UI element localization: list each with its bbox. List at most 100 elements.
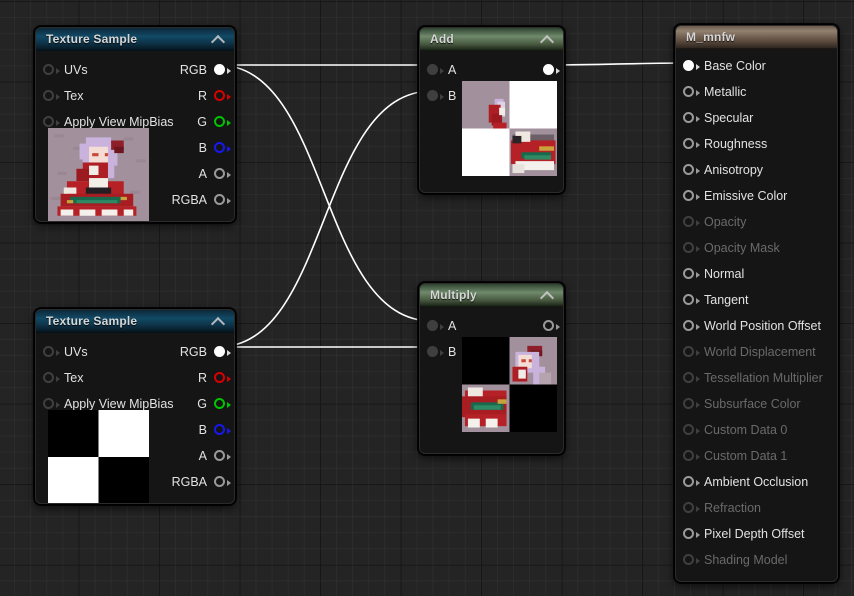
pin-tangent-icon[interactable]	[682, 292, 700, 308]
node-header[interactable]: M_mnfw	[676, 26, 837, 49]
input-pin-row-world-displacement[interactable]: World Displacement	[676, 339, 837, 365]
input-pin-row-refraction[interactable]: Refraction	[676, 495, 837, 521]
pin-b-icon[interactable]	[426, 344, 444, 360]
pin-a-icon[interactable]	[213, 166, 231, 182]
input-pin-label: Custom Data 0	[704, 423, 788, 437]
pin-tessellation-multiplier-icon[interactable]	[682, 370, 700, 386]
input-pin-row-specular[interactable]: Specular	[676, 105, 837, 131]
output-pin-label: G	[197, 397, 207, 411]
input-pin-row-normal[interactable]: Normal	[676, 261, 837, 287]
pin-pixel-depth-offset-icon[interactable]	[682, 526, 700, 542]
pin-custom-data-0-icon[interactable]	[682, 422, 700, 438]
input-pin-row-ambient-occlusion[interactable]: Ambient Occlusion	[676, 469, 837, 495]
input-pin-row-world-position-offset[interactable]: World Position Offset	[676, 313, 837, 339]
output-pin-row-g[interactable]: G	[156, 109, 234, 135]
node-header[interactable]: Texture Sample	[36, 310, 234, 333]
pin-r-icon[interactable]	[213, 88, 231, 104]
node-header[interactable]: Texture Sample	[36, 28, 234, 51]
pin-a-icon[interactable]	[426, 62, 444, 78]
input-pin-row-custom-data-0[interactable]: Custom Data 0	[676, 417, 837, 443]
node-add[interactable]: Add A B	[418, 26, 565, 194]
pin-world-position-offset-icon[interactable]	[682, 318, 700, 334]
input-pin-label: A	[448, 319, 457, 333]
pin-custom-data-1-icon[interactable]	[682, 448, 700, 464]
pin-refraction-icon[interactable]	[682, 500, 700, 516]
pin-opacity-icon[interactable]	[682, 214, 700, 230]
pin-b-icon[interactable]	[213, 140, 231, 156]
node-texture-sample-top[interactable]: Texture Sample UVs Tex Apply View MipBia…	[34, 26, 236, 223]
output-pin-row-rgba[interactable]: RGBA	[156, 187, 234, 213]
pin-world-displacement-icon[interactable]	[682, 344, 700, 360]
pin-b-icon[interactable]	[426, 88, 444, 104]
input-pin-row-uvs[interactable]: UVs	[36, 339, 156, 365]
input-pin-row-tessellation-multiplier[interactable]: Tessellation Multiplier	[676, 365, 837, 391]
node-texture-sample-bottom[interactable]: Texture Sample UVs Tex Apply View MipBia…	[34, 308, 236, 505]
input-pin-row-opacity-mask[interactable]: Opacity Mask	[676, 235, 837, 261]
multiply-preview-detail	[462, 345, 552, 428]
input-pin-row-opacity[interactable]: Opacity	[676, 209, 837, 235]
pin-g-icon[interactable]	[213, 396, 231, 412]
output-pin-row-a[interactable]: A	[156, 443, 234, 469]
input-pin-row-anisotropy[interactable]: Anisotropy	[676, 157, 837, 183]
pin-output-icon[interactable]	[542, 318, 560, 334]
pin-a-icon[interactable]	[426, 318, 444, 334]
pin-uvs-icon[interactable]	[42, 62, 60, 78]
output-pin-row-a[interactable]: A	[156, 161, 234, 187]
pin-g-icon[interactable]	[213, 114, 231, 130]
input-pin-row-shading-model[interactable]: Shading Model	[676, 547, 837, 573]
pin-anisotropy-icon[interactable]	[682, 162, 700, 178]
pin-ambient-occlusion-icon[interactable]	[682, 474, 700, 490]
output-pin-row-b[interactable]: B	[156, 417, 234, 443]
pin-subsurface-color-icon[interactable]	[682, 396, 700, 412]
pin-uvs-icon[interactable]	[42, 344, 60, 360]
output-pin-row-rgb[interactable]: RGB	[156, 57, 234, 83]
pin-metallic-icon[interactable]	[682, 84, 700, 100]
output-pin-row-rgb[interactable]: RGB	[156, 339, 234, 365]
pin-tex-icon[interactable]	[42, 88, 60, 104]
pin-rgb-icon[interactable]	[213, 344, 231, 360]
pin-emissive-color-icon[interactable]	[682, 188, 700, 204]
pin-rgba-icon[interactable]	[213, 192, 231, 208]
chevron-up-icon[interactable]	[541, 32, 555, 46]
pin-specular-icon[interactable]	[682, 110, 700, 126]
pin-shading-model-icon[interactable]	[682, 552, 700, 568]
pin-opacity-mask-icon[interactable]	[682, 240, 700, 256]
output-pin-row-rgba[interactable]: RGBA	[156, 469, 234, 495]
output-pin-row-g[interactable]: G	[156, 391, 234, 417]
chevron-up-icon[interactable]	[541, 288, 555, 302]
input-pin-row-tex[interactable]: Tex	[36, 83, 156, 109]
material-graph-canvas[interactable]: Texture Sample UVs Tex Apply View MipBia…	[0, 0, 854, 596]
input-pin-row-metallic[interactable]: Metallic	[676, 79, 837, 105]
output-pin-row-b[interactable]: B	[156, 135, 234, 161]
input-pin-row-custom-data-1[interactable]: Custom Data 1	[676, 443, 837, 469]
input-pin-row-pixel-depth-offset[interactable]: Pixel Depth Offset	[676, 521, 837, 547]
input-pin-row-emissive-color[interactable]: Emissive Color	[676, 183, 837, 209]
pin-output-icon[interactable]	[542, 62, 560, 78]
input-pin-row-uvs[interactable]: UVs	[36, 57, 156, 83]
node-header[interactable]: Add	[420, 28, 563, 51]
pin-r-icon[interactable]	[213, 370, 231, 386]
input-pin-row-base-color[interactable]: Base Color	[676, 53, 837, 79]
input-pin-label: Refraction	[704, 501, 761, 515]
input-pin-row-tex[interactable]: Tex	[36, 365, 156, 391]
node-header[interactable]: Multiply	[420, 284, 563, 307]
pin-tex-icon[interactable]	[42, 370, 60, 386]
input-pin-label: Emissive Color	[704, 189, 788, 203]
pin-rgb-icon[interactable]	[213, 62, 231, 78]
output-pin-row-r[interactable]: R	[156, 365, 234, 391]
pin-normal-icon[interactable]	[682, 266, 700, 282]
output-pin-row-r[interactable]: R	[156, 83, 234, 109]
chevron-up-icon[interactable]	[212, 32, 226, 46]
input-pin-row-subsurface-color[interactable]: Subsurface Color	[676, 391, 837, 417]
input-pin-row-tangent[interactable]: Tangent	[676, 287, 837, 313]
pin-rgba-icon[interactable]	[213, 474, 231, 490]
input-pin-label: Base Color	[704, 59, 766, 73]
node-multiply[interactable]: Multiply A B	[418, 282, 565, 455]
node-material-output[interactable]: M_mnfw Base Color Metallic Specular Roughne…	[674, 24, 839, 583]
pin-base-color-icon[interactable]	[682, 58, 700, 74]
pin-roughness-icon[interactable]	[682, 136, 700, 152]
pin-a-icon[interactable]	[213, 448, 231, 464]
input-pin-row-roughness[interactable]: Roughness	[676, 131, 837, 157]
pin-b-icon[interactable]	[213, 422, 231, 438]
chevron-up-icon[interactable]	[212, 314, 226, 328]
